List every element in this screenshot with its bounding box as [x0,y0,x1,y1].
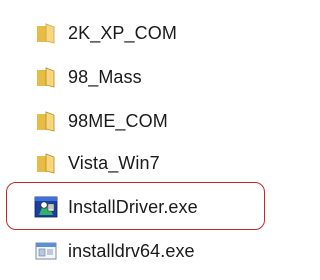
file-list: 2K_XP_COM 98_Mass 98ME_COM Vista_Win7 In… [0,0,303,280]
file-name-label: installdrv64.exe [68,240,195,261]
list-item-folder-vista-win7[interactable]: Vista_Win7 [34,148,160,178]
file-name-label: 98ME_COM [68,110,168,131]
list-item-folder-98-mass[interactable]: 98_Mass [34,62,142,92]
file-name-label: 2K_XP_COM [68,22,177,43]
list-item-installdriver-exe[interactable]: InstallDriver.exe [34,192,198,222]
folder-icon [34,21,58,45]
list-item-folder-2k-xp-com[interactable]: 2K_XP_COM [34,18,177,48]
folder-icon [34,151,58,175]
file-name-label: Vista_Win7 [68,152,160,173]
application-exe-icon [34,239,58,263]
installer-exe-icon [34,195,58,219]
file-name-label: InstallDriver.exe [68,196,198,217]
list-item-folder-98me-com[interactable]: 98ME_COM [34,106,168,136]
list-item-installdrv64-exe[interactable]: installdrv64.exe [34,236,195,266]
file-name-label: 98_Mass [68,66,142,87]
folder-icon [34,109,58,133]
folder-icon [34,65,58,89]
